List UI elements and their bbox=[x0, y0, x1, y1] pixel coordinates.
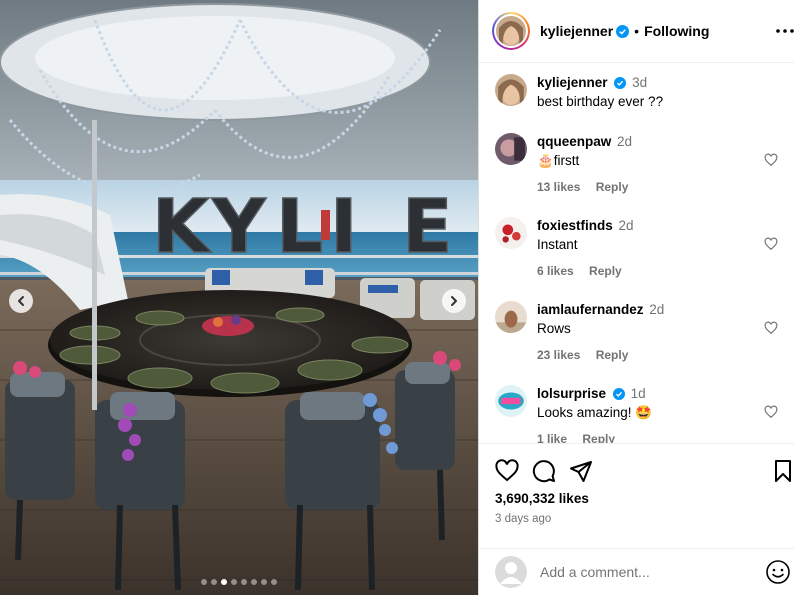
comment-time: 1d bbox=[630, 386, 646, 401]
emoji-icon[interactable] bbox=[765, 559, 791, 585]
caption-text: best birthday ever ?? bbox=[537, 94, 664, 109]
avatar bbox=[496, 16, 526, 46]
carousel-dot bbox=[271, 579, 277, 585]
heart-icon[interactable] bbox=[764, 405, 778, 419]
like-heart-icon[interactable] bbox=[495, 459, 519, 483]
chevron-right-icon bbox=[451, 296, 457, 306]
comment-item: qqueenpaw 2d 🎂firstt 13 likes Reply bbox=[495, 133, 794, 194]
carousel-dot bbox=[261, 579, 267, 585]
carousel-dot bbox=[211, 579, 217, 585]
verified-icon bbox=[612, 388, 625, 401]
balloon-letter: I bbox=[330, 184, 358, 270]
carousel-dot bbox=[221, 579, 227, 585]
carousel-dot bbox=[251, 579, 257, 585]
comment-icon[interactable] bbox=[532, 459, 556, 483]
balloon-letter: Y bbox=[211, 184, 267, 270]
avatar[interactable] bbox=[495, 385, 527, 417]
comment-likes[interactable]: 1 like bbox=[537, 432, 567, 443]
carousel-dot bbox=[231, 579, 237, 585]
likes-count[interactable]: 3,690,332 likes bbox=[495, 491, 589, 506]
comment-item: foxiestfinds 2d Instant 6 likes Reply bbox=[495, 217, 794, 278]
heart-icon[interactable] bbox=[764, 321, 778, 335]
balloon-letter: L bbox=[276, 184, 323, 270]
more-icon[interactable] bbox=[775, 23, 794, 39]
post-photo[interactable]: KYLIE bbox=[0, 0, 478, 595]
comment-input[interactable] bbox=[540, 564, 760, 580]
avatar[interactable] bbox=[495, 74, 527, 106]
comment-time: 2d bbox=[617, 134, 633, 149]
comment-text: Instant bbox=[537, 237, 578, 252]
post-actions: 3,690,332 likes 3 days ago bbox=[479, 443, 794, 548]
post-side-panel: kyliejenner • Following kyliejenner 3d b… bbox=[478, 0, 794, 595]
share-icon[interactable] bbox=[569, 459, 593, 483]
comment-username[interactable]: foxiestfinds bbox=[537, 218, 613, 233]
comment-time: 2d bbox=[649, 302, 665, 317]
comment-item: lolsurprise 1d Looks amazing! 🤩 1 like R… bbox=[495, 385, 794, 443]
comment-likes[interactable]: 23 likes bbox=[537, 348, 580, 362]
balloon-letter: K bbox=[152, 184, 212, 270]
carousel-dot bbox=[201, 579, 207, 585]
avatar bbox=[495, 556, 527, 588]
reply-button[interactable]: Reply bbox=[589, 264, 622, 278]
caption-time: 3d bbox=[632, 75, 648, 90]
following-button[interactable]: Following bbox=[644, 23, 709, 39]
verified-icon bbox=[614, 77, 627, 90]
comment-item: iamlaufernandez 2d Rows 23 likes Reply bbox=[495, 301, 794, 362]
comment-likes[interactable]: 6 likes bbox=[537, 264, 574, 278]
avatar[interactable] bbox=[495, 217, 527, 249]
comment-likes[interactable]: 13 likes bbox=[537, 180, 580, 194]
comment-time: 2d bbox=[618, 218, 634, 233]
comment-username[interactable]: lolsurprise bbox=[537, 386, 606, 401]
heart-icon[interactable] bbox=[764, 153, 778, 167]
previous-photo-button[interactable] bbox=[9, 289, 33, 313]
avatar[interactable] bbox=[495, 133, 527, 165]
yacht-deck-scene: KYLIE bbox=[0, 0, 478, 595]
comments-list[interactable]: kyliejenner 3d best birthday ever ?? qqu… bbox=[479, 63, 794, 443]
heart-icon[interactable] bbox=[764, 237, 778, 251]
comment-username[interactable]: qqueenpaw bbox=[537, 134, 611, 149]
reply-button[interactable]: Reply bbox=[596, 180, 629, 194]
header-separator: • bbox=[634, 23, 640, 39]
post-time: 3 days ago bbox=[495, 513, 552, 525]
comment-text: Rows bbox=[537, 321, 571, 336]
balloon-letter: E bbox=[402, 184, 453, 270]
chevron-left-icon bbox=[18, 296, 24, 306]
author-username[interactable]: kyliejenner bbox=[540, 23, 613, 39]
kylie-balloons: KYLIE bbox=[151, 183, 453, 271]
add-comment-bar bbox=[479, 548, 794, 595]
avatar[interactable] bbox=[495, 301, 527, 333]
save-icon[interactable] bbox=[771, 459, 794, 483]
carousel-dot bbox=[241, 579, 247, 585]
comment-text: 🎂firstt bbox=[537, 153, 580, 168]
post-header: kyliejenner • Following bbox=[479, 0, 794, 63]
author-avatar[interactable] bbox=[492, 12, 530, 50]
carousel-indicator bbox=[0, 579, 478, 585]
comment-text: Looks amazing! 🤩 bbox=[537, 405, 653, 420]
reply-button[interactable]: Reply bbox=[582, 432, 615, 443]
caption: kyliejenner 3d best birthday ever ?? bbox=[495, 74, 794, 111]
caption-username[interactable]: kyliejenner bbox=[537, 75, 608, 90]
next-photo-button[interactable] bbox=[442, 289, 466, 313]
comment-username[interactable]: iamlaufernandez bbox=[537, 302, 644, 317]
reply-button[interactable]: Reply bbox=[596, 348, 629, 362]
verified-icon bbox=[616, 24, 630, 38]
